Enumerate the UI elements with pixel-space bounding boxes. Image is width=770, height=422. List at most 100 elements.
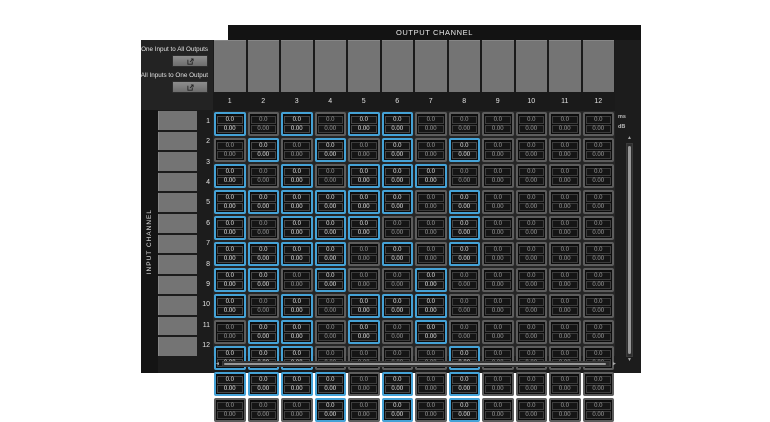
- delay-field-in9-out4[interactable]: 0.0: [318, 324, 344, 332]
- level-field-in7-out6[interactable]: 0.00: [385, 281, 411, 289]
- output-column-header-9[interactable]: [482, 40, 514, 92]
- delay-field-in8-out8[interactable]: 0.0: [452, 298, 478, 306]
- matrix-cell-in2-out8[interactable]: 0.00.00: [449, 138, 481, 162]
- delay-field-in7-out12[interactable]: 0.0: [586, 272, 612, 280]
- delay-field-in5-out7[interactable]: 0.0: [418, 220, 444, 228]
- level-field-in7-out1[interactable]: 0.00: [217, 281, 243, 289]
- output-column-header-5[interactable]: [348, 40, 380, 92]
- delay-field-in10-out4[interactable]: 0.0: [318, 350, 344, 358]
- matrix-cell-in6-out5[interactable]: 0.00.00: [348, 242, 380, 266]
- delay-field-in1-out7[interactable]: 0.0: [418, 116, 444, 124]
- matrix-cell-in3-out6[interactable]: 0.00.00: [382, 164, 414, 188]
- level-field-in8-out9[interactable]: 0.00: [485, 307, 511, 315]
- delay-field-in10-out12[interactable]: 0.0: [586, 350, 612, 358]
- level-field-in9-out11[interactable]: 0.00: [552, 333, 578, 341]
- matrix-cell-in11-out1[interactable]: 0.00.00: [214, 372, 246, 396]
- delay-field-in4-out2[interactable]: 0.0: [251, 194, 277, 202]
- matrix-cell-in11-out12[interactable]: 0.00.00: [583, 372, 615, 396]
- delay-field-in5-out9[interactable]: 0.0: [485, 220, 511, 228]
- delay-field-in1-out5[interactable]: 0.0: [351, 116, 377, 124]
- matrix-cell-in3-out7[interactable]: 0.00.00: [415, 164, 447, 188]
- horizontal-scroll-thumb[interactable]: [224, 363, 606, 365]
- output-column-header-4[interactable]: [315, 40, 347, 92]
- delay-field-in11-out3[interactable]: 0.0: [284, 376, 310, 384]
- matrix-cell-in9-out12[interactable]: 0.00.00: [583, 320, 615, 344]
- matrix-cell-in6-out7[interactable]: 0.00.00: [415, 242, 447, 266]
- level-field-in1-out4[interactable]: 0.00: [318, 125, 344, 133]
- matrix-cell-in5-out7[interactable]: 0.00.00: [415, 216, 447, 240]
- matrix-cell-in1-out10[interactable]: 0.00.00: [516, 112, 548, 136]
- level-field-in7-out2[interactable]: 0.00: [251, 281, 277, 289]
- level-field-in1-out11[interactable]: 0.00: [552, 125, 578, 133]
- input-row-header-3[interactable]: [158, 152, 197, 171]
- level-field-in1-out7[interactable]: 0.00: [418, 125, 444, 133]
- level-field-in3-out1[interactable]: 0.00: [217, 177, 243, 185]
- level-field-in9-out3[interactable]: 0.00: [284, 333, 310, 341]
- delay-field-in5-out4[interactable]: 0.0: [318, 220, 344, 228]
- level-field-in2-out11[interactable]: 0.00: [552, 151, 578, 159]
- delay-field-in6-out3[interactable]: 0.0: [284, 246, 310, 254]
- level-field-in12-out8[interactable]: 0.00: [452, 411, 478, 419]
- delay-field-in6-out7[interactable]: 0.0: [418, 246, 444, 254]
- delay-field-in2-out1[interactable]: 0.0: [217, 142, 243, 150]
- input-row-header-5[interactable]: [158, 193, 197, 212]
- matrix-cell-in5-out1[interactable]: 0.00.00: [214, 216, 246, 240]
- matrix-cell-in2-out12[interactable]: 0.00.00: [583, 138, 615, 162]
- level-field-in7-out9[interactable]: 0.00: [485, 281, 511, 289]
- matrix-cell-in9-out1[interactable]: 0.00.00: [214, 320, 246, 344]
- level-field-in2-out2[interactable]: 0.00: [251, 151, 277, 159]
- level-field-in2-out5[interactable]: 0.00: [351, 151, 377, 159]
- matrix-cell-in4-out3[interactable]: 0.00.00: [281, 190, 313, 214]
- delay-field-in11-out8[interactable]: 0.0: [452, 376, 478, 384]
- delay-field-in2-out9[interactable]: 0.0: [485, 142, 511, 150]
- matrix-cell-in2-out3[interactable]: 0.00.00: [281, 138, 313, 162]
- matrix-cell-in9-out10[interactable]: 0.00.00: [516, 320, 548, 344]
- matrix-cell-in11-out11[interactable]: 0.00.00: [549, 372, 581, 396]
- delay-field-in12-out6[interactable]: 0.0: [385, 402, 411, 410]
- delay-field-in7-out3[interactable]: 0.0: [284, 272, 310, 280]
- level-field-in9-out10[interactable]: 0.00: [519, 333, 545, 341]
- level-field-in1-out3[interactable]: 0.00: [284, 125, 310, 133]
- level-field-in1-out9[interactable]: 0.00: [485, 125, 511, 133]
- matrix-cell-in6-out8[interactable]: 0.00.00: [449, 242, 481, 266]
- delay-field-in9-out1[interactable]: 0.0: [217, 324, 243, 332]
- matrix-cell-in2-out1[interactable]: 0.00.00: [214, 138, 246, 162]
- delay-field-in2-out2[interactable]: 0.0: [251, 142, 277, 150]
- delay-field-in5-out12[interactable]: 0.0: [586, 220, 612, 228]
- matrix-cell-in9-out9[interactable]: 0.00.00: [482, 320, 514, 344]
- matrix-cell-in3-out1[interactable]: 0.00.00: [214, 164, 246, 188]
- level-field-in8-out2[interactable]: 0.00: [251, 307, 277, 315]
- level-field-in12-out12[interactable]: 0.00: [586, 411, 612, 419]
- level-field-in4-out6[interactable]: 0.00: [385, 203, 411, 211]
- level-field-in3-out6[interactable]: 0.00: [385, 177, 411, 185]
- delay-field-in4-out3[interactable]: 0.0: [284, 194, 310, 202]
- delay-field-in8-out11[interactable]: 0.0: [552, 298, 578, 306]
- matrix-cell-in8-out3[interactable]: 0.00.00: [281, 294, 313, 318]
- matrix-cell-in7-out12[interactable]: 0.00.00: [583, 268, 615, 292]
- matrix-cell-in1-out12[interactable]: 0.00.00: [583, 112, 615, 136]
- level-field-in8-out5[interactable]: 0.00: [351, 307, 377, 315]
- level-field-in11-out10[interactable]: 0.00: [519, 385, 545, 393]
- level-field-in5-out10[interactable]: 0.00: [519, 229, 545, 237]
- level-field-in8-out4[interactable]: 0.00: [318, 307, 344, 315]
- matrix-cell-in8-out11[interactable]: 0.00.00: [549, 294, 581, 318]
- matrix-cell-in9-out4[interactable]: 0.00.00: [315, 320, 347, 344]
- matrix-cell-in3-out10[interactable]: 0.00.00: [516, 164, 548, 188]
- level-field-in8-out7[interactable]: 0.00: [418, 307, 444, 315]
- matrix-cell-in3-out9[interactable]: 0.00.00: [482, 164, 514, 188]
- delay-field-in9-out10[interactable]: 0.0: [519, 324, 545, 332]
- delay-field-in5-out1[interactable]: 0.0: [217, 220, 243, 228]
- delay-field-in3-out5[interactable]: 0.0: [351, 168, 377, 176]
- matrix-cell-in8-out5[interactable]: 0.00.00: [348, 294, 380, 318]
- level-field-in5-out11[interactable]: 0.00: [552, 229, 578, 237]
- one-to-all-button[interactable]: [172, 55, 208, 67]
- matrix-cell-in12-out4[interactable]: 0.00.00: [315, 398, 347, 422]
- output-column-header-6[interactable]: [382, 40, 414, 92]
- level-field-in4-out4[interactable]: 0.00: [318, 203, 344, 211]
- level-field-in7-out11[interactable]: 0.00: [552, 281, 578, 289]
- level-field-in4-out3[interactable]: 0.00: [284, 203, 310, 211]
- input-row-header-1[interactable]: [158, 111, 197, 130]
- level-field-in12-out4[interactable]: 0.00: [318, 411, 344, 419]
- delay-field-in2-out3[interactable]: 0.0: [284, 142, 310, 150]
- delay-field-in7-out1[interactable]: 0.0: [217, 272, 243, 280]
